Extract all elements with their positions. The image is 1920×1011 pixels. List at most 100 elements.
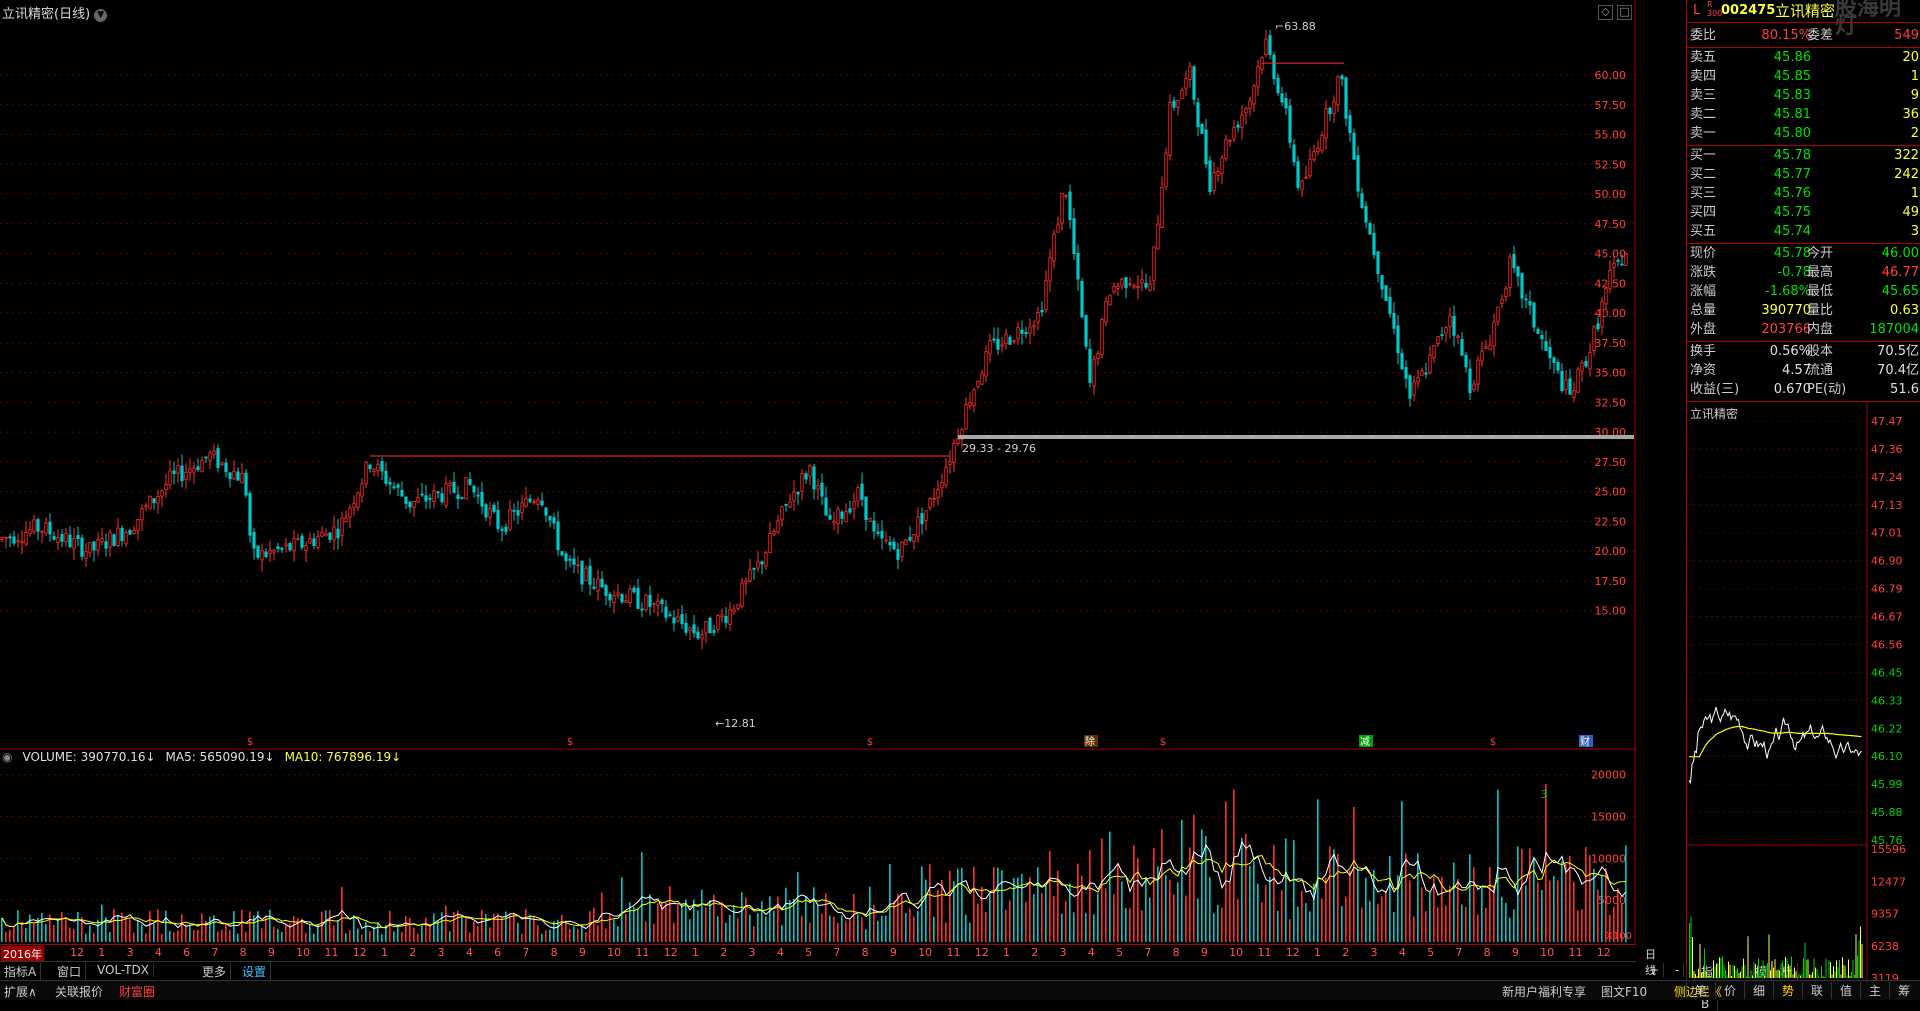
candle [141, 505, 143, 531]
right-tab[interactable]: 笔 [1686, 982, 1715, 999]
right-tab[interactable]: 价 [1715, 982, 1744, 999]
right-tab[interactable]: 联 [1802, 982, 1831, 999]
candle [1389, 288, 1391, 318]
date-tick: 11 [1257, 946, 1271, 959]
indicator-tab[interactable]: 指标A [0, 963, 41, 980]
volume-bar [721, 902, 723, 942]
volume-bar [1129, 908, 1131, 942]
close-panel-icon[interactable]: □ [1617, 5, 1632, 20]
volume-bar [1461, 904, 1463, 942]
candle [953, 439, 955, 472]
volume-bar [1249, 866, 1251, 942]
candle [1221, 155, 1223, 184]
volume-bar [1549, 881, 1551, 942]
bid-row: 买二45.77242 [1687, 166, 1920, 184]
volume-bar [1053, 896, 1055, 942]
restore-icon[interactable]: ◇ [1598, 5, 1613, 20]
candle [45, 517, 47, 536]
volume-chart[interactable]: 2000015000100005000X1003 [0, 748, 1636, 944]
candle [1021, 321, 1023, 345]
candle [69, 526, 71, 548]
candle [37, 518, 39, 541]
indicator-tab[interactable]: 更多 [198, 963, 231, 980]
candle [817, 479, 819, 500]
status-right-item[interactable]: 新用户福利专享 [1498, 983, 1590, 1000]
candle [1289, 99, 1291, 148]
candle [1373, 224, 1375, 259]
candle [117, 518, 119, 547]
intraday-tick-label: 46.22 [1871, 722, 1903, 735]
right-tab[interactable]: 筹 [1889, 982, 1918, 999]
date-tick: 2 [409, 946, 416, 959]
candle [857, 484, 859, 508]
candle [41, 530, 43, 543]
event-marker[interactable]: 财 [1579, 735, 1593, 748]
ask-row: 卖四45.851 [1687, 68, 1920, 86]
status-left-item[interactable]: 扩展∧ [0, 983, 41, 1000]
candle [1081, 278, 1083, 318]
candle [145, 502, 147, 511]
row-value: 390770 [1761, 302, 1811, 320]
candle [137, 519, 139, 539]
status-left-item[interactable]: 财富圈 [115, 983, 159, 1000]
candle [1169, 94, 1171, 161]
intraday-chart[interactable]: 47.4747.3647.2447.1347.0146.9046.7946.67… [1687, 403, 1920, 980]
volume-bar [1233, 789, 1235, 942]
intraday-tick-label: 46.10 [1871, 750, 1903, 763]
bid-row: 买四45.7549 [1687, 204, 1920, 222]
event-marker[interactable]: $ [1490, 737, 1496, 748]
date-tick: 11 [324, 946, 338, 959]
candle [1557, 359, 1559, 374]
status-left-item[interactable]: 关联报价 [51, 983, 107, 1000]
candle [1461, 332, 1463, 356]
event-marker[interactable]: $ [867, 737, 873, 748]
candle [717, 614, 719, 633]
indicator-tab-right[interactable]: - [1671, 963, 1684, 977]
indicator-tab[interactable]: 窗口 [53, 963, 86, 980]
stat-row: 外盘203766内盘187004 [1687, 321, 1920, 339]
volume-bar [1593, 869, 1595, 942]
date-tick: 1 [1003, 946, 1010, 959]
kline-panel[interactable]: 60.0057.5055.0052.5050.0047.5045.0042.50… [0, 0, 1636, 983]
candle [505, 523, 507, 535]
year-label: 2016年 [1, 946, 44, 962]
chevron-down-icon[interactable]: ▼ [94, 9, 107, 22]
volume-bar [65, 918, 67, 942]
settings-dot-icon[interactable]: ◉ [2, 750, 12, 764]
candle [777, 515, 779, 534]
candle [157, 490, 159, 514]
right-tab[interactable]: 值 [1831, 982, 1860, 999]
indicator-tab[interactable]: VOL-TDX [93, 963, 154, 977]
event-marker[interactable]: 除 [1084, 735, 1098, 748]
right-tab[interactable]: 细 [1744, 982, 1773, 999]
candle [733, 605, 735, 615]
volume-bar [853, 894, 855, 942]
ask-row: 卖五45.8620 [1687, 49, 1920, 67]
volume-bar [757, 913, 759, 942]
candle [53, 531, 55, 540]
volume-bar [441, 912, 443, 942]
status-right-item[interactable]: 图文F10 [1597, 983, 1651, 1000]
candle [1505, 285, 1507, 301]
range-bar [958, 435, 1634, 439]
right-tab[interactable]: 主 [1860, 982, 1889, 999]
indicator-tab[interactable]: 设置 [238, 963, 271, 980]
event-marker[interactable]: $ [247, 737, 253, 748]
right-tab[interactable]: 势 [1773, 982, 1802, 999]
event-marker[interactable]: 减 [1359, 735, 1373, 748]
candle [1497, 307, 1499, 326]
volume-bar [933, 917, 935, 942]
intraday-tick-label: 46.33 [1871, 694, 1903, 707]
event-marker[interactable]: $ [567, 737, 573, 748]
volume-bar [777, 897, 779, 942]
candle [453, 472, 455, 493]
volume-bar [249, 911, 251, 942]
volume-bar [513, 913, 515, 942]
candle [229, 472, 231, 487]
volume-bar [1245, 834, 1247, 942]
candle [1145, 273, 1147, 289]
indicator-tab-right[interactable]: + [1645, 963, 1664, 977]
event-marker[interactable]: $ [1160, 737, 1166, 748]
price-chart[interactable]: 60.0057.5055.0052.5050.0047.5045.0042.50… [0, 0, 1636, 748]
svg-text:$: $ [867, 737, 873, 748]
